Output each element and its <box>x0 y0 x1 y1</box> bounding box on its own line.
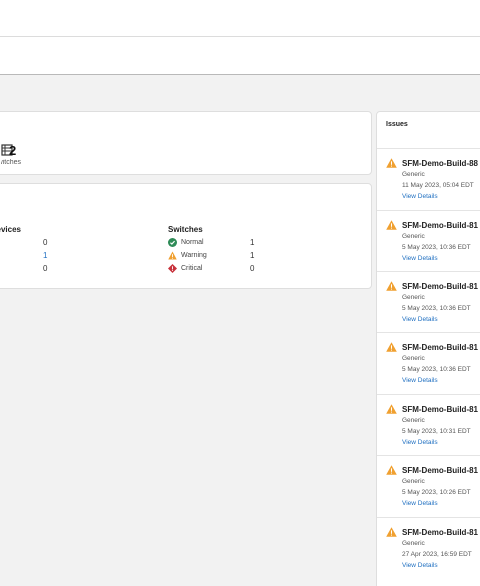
issue-timestamp: 5 May 2023, 10:31 EDT <box>402 428 471 435</box>
warning-triangle-icon <box>386 527 397 537</box>
issue-item: SFM-Demo-Build-81 Generic 5 May 2023, 10… <box>377 210 480 272</box>
status-summary-card: Devices Switches 0 1 0 Normal 1 Warning … <box>0 183 372 289</box>
issue-timestamp: 27 Apr 2023, 16:59 EDT <box>402 551 472 558</box>
switch-critical-count: 0 <box>250 264 255 273</box>
warning-triangle-icon <box>386 404 397 414</box>
warning-triangle-icon <box>386 220 397 230</box>
issue-item: SFM-Demo-Build-81 Generic 5 May 2023, 10… <box>377 394 480 456</box>
top-header-bar <box>0 0 480 37</box>
issue-timestamp: 5 May 2023, 10:26 EDT <box>402 489 471 496</box>
devices-warning-count[interactable]: 1 <box>43 251 47 260</box>
switch-warning-count: 1 <box>250 251 255 260</box>
issue-timestamp: 5 May 2023, 10:36 EDT <box>402 244 471 251</box>
issue-item: SFM-Demo-Build-81 Generic 5 May 2023, 10… <box>377 332 480 394</box>
issue-type: Generic <box>402 355 425 362</box>
issue-device-name: SFM-Demo-Build-81 <box>402 466 478 475</box>
view-details-link[interactable]: View Details <box>402 255 438 262</box>
issue-device-name: SFM-Demo-Build-81 <box>402 282 478 291</box>
total-switch-count: 2 <box>9 143 17 158</box>
issue-timestamp: 11 May 2023, 05:04 EDT <box>402 182 474 189</box>
switch-normal-count: 1 <box>250 238 255 247</box>
view-details-link[interactable]: View Details <box>402 562 438 569</box>
view-details-link[interactable]: View Details <box>402 377 438 384</box>
issue-type: Generic <box>402 540 425 547</box>
check-circle-icon <box>168 237 177 247</box>
issue-device-name: SFM-Demo-Build-88 <box>402 159 478 168</box>
issue-device-name: SFM-Demo-Build-81 <box>402 221 478 230</box>
switch-status-critical: Critical <box>168 262 202 274</box>
issues-panel: Issues SFM-Demo-Build-88 Generic 11 May … <box>376 111 480 586</box>
switches-header: Switches <box>168 225 203 234</box>
warning-triangle-icon <box>168 250 177 260</box>
switch-status-normal: Normal <box>168 236 204 248</box>
issues-title: Issues <box>386 121 408 128</box>
issue-item: SFM-Demo-Build-81 Generic 5 May 2023, 10… <box>377 455 480 517</box>
issue-item: SFM-Demo-Build-81 Generic 27 Apr 2023, 1… <box>377 517 480 579</box>
issue-timestamp: 5 May 2023, 10:36 EDT <box>402 366 471 373</box>
issue-device-name: SFM-Demo-Build-81 <box>402 343 478 352</box>
issue-device-name: SFM-Demo-Build-81 <box>402 528 478 537</box>
total-switch-label: Switches <box>1 159 21 166</box>
devices-critical-count: 0 <box>43 264 48 273</box>
view-details-link[interactable]: View Details <box>402 500 438 507</box>
warning-triangle-icon <box>386 281 397 291</box>
issue-item: SFM-Demo-Build-88 Generic 11 May 2023, 0… <box>377 148 480 210</box>
switch-status-label: Normal <box>181 238 204 246</box>
warning-triangle-icon <box>386 158 397 168</box>
issue-timestamp: 5 May 2023, 10:36 EDT <box>402 305 471 312</box>
warning-triangle-icon <box>386 465 397 475</box>
total-switches-card: 2 Switches <box>0 111 372 175</box>
devices-header: Devices <box>0 225 21 234</box>
issue-type: Generic <box>402 233 425 240</box>
warning-triangle-icon <box>386 342 397 352</box>
issue-type: Generic <box>402 478 425 485</box>
view-details-link[interactable]: View Details <box>402 439 438 446</box>
issue-type: Generic <box>402 171 425 178</box>
switch-status-label: Critical <box>181 264 203 272</box>
issue-item: SFM-Demo-Build-81 Generic 5 May 2023, 10… <box>377 271 480 333</box>
issue-type: Generic <box>402 294 425 301</box>
switch-status-warning: Warning <box>168 249 207 261</box>
view-details-link[interactable]: View Details <box>402 193 438 200</box>
switch-status-label: Warning <box>181 251 207 259</box>
issue-device-name: SFM-Demo-Build-81 <box>402 405 478 414</box>
devices-normal-count: 0 <box>43 238 48 247</box>
view-details-link[interactable]: View Details <box>402 316 438 323</box>
critical-diamond-icon <box>168 263 177 273</box>
sub-header-bar <box>0 37 480 75</box>
issue-type: Generic <box>402 417 425 424</box>
